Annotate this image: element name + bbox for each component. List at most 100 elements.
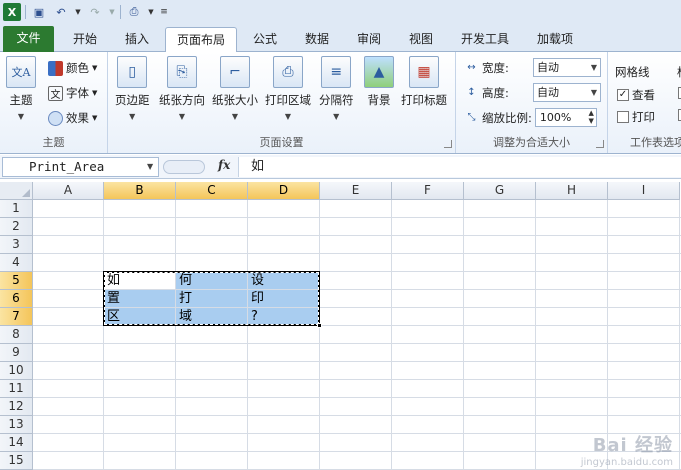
row-header-2[interactable]: 2 [0, 218, 33, 236]
gridlines-print-option[interactable]: 打印 [617, 109, 655, 125]
formula-bar-resize-handle[interactable] [163, 160, 205, 174]
tab-page-layout[interactable]: 页面布局 [165, 27, 237, 53]
undo-icon[interactable]: ↶ [52, 3, 70, 21]
tab-formulas[interactable]: 公式 [242, 27, 288, 52]
fill-handle[interactable] [317, 323, 322, 328]
scale-row: ⤡ 缩放比例: 100% ▲ ▼ [464, 108, 597, 127]
theme-effects-button[interactable]: 效果 ▼ [48, 110, 97, 126]
width-row: ↔ 宽度: 自动 ▼ [464, 58, 601, 77]
row-header-12[interactable]: 12 [0, 398, 33, 416]
print-preview-icon[interactable]: ⎙ [125, 3, 143, 21]
row-header-13[interactable]: 13 [0, 416, 33, 434]
height-combo[interactable]: 自动 ▼ [533, 83, 601, 102]
column-header-b[interactable]: B [104, 182, 176, 200]
select-all-corner[interactable] [0, 182, 33, 200]
height-icon: ↕ [467, 87, 476, 98]
printer-icon: ⎙ [273, 56, 303, 88]
row-header-3[interactable]: 3 [0, 236, 33, 254]
tab-view[interactable]: 视图 [398, 27, 444, 52]
themes-button[interactable]: 文A 主题 ▼ [6, 56, 36, 121]
watermark-url: jingyan.baidu.com [580, 457, 673, 468]
name-box[interactable]: Print_Area [2, 157, 159, 177]
size-button[interactable]: ⌐ 纸张大小 ▼ [212, 56, 258, 121]
redo-dropdown-icon[interactable]: ▼ [108, 3, 116, 21]
tab-insert[interactable]: 插入 [114, 27, 160, 52]
column-header-e[interactable]: E [320, 182, 392, 200]
insert-function-icon[interactable]: fx [218, 158, 230, 172]
print-area-button[interactable]: ⎙ 打印区域 ▼ [265, 56, 311, 121]
row-header-1[interactable]: 1 [0, 200, 33, 218]
formula-bar: Print_Area ▼ fx 如 [0, 155, 681, 179]
breaks-icon: ≡ [321, 56, 352, 88]
row-header-5[interactable]: 5 [0, 272, 33, 290]
save-icon[interactable]: ▣ [30, 3, 48, 21]
formula-input[interactable]: 如 [238, 157, 681, 177]
theme-colors-button[interactable]: 颜色 ▼ [48, 60, 97, 76]
theme-fonts-button[interactable]: 文 字体 ▼ [48, 85, 97, 101]
redo-icon[interactable]: ↷ [86, 3, 104, 21]
column-header-f[interactable]: F [392, 182, 464, 200]
gridlines-view-option[interactable]: ✓ 查看 [617, 87, 655, 103]
height-label: 高度: [482, 85, 509, 100]
column-header-h[interactable]: H [536, 182, 608, 200]
orientation-button[interactable]: ⎘ 纸张方向 ▼ [159, 56, 205, 121]
gridlines-print-checkbox[interactable] [617, 111, 629, 123]
column-header-g[interactable]: G [464, 182, 536, 200]
width-combo[interactable]: 自动 ▼ [533, 58, 601, 77]
print-titles-icon: ▦ [409, 56, 439, 88]
scale-label: 缩放比例: [482, 110, 532, 125]
chevron-down-icon[interactable]: ▼ [147, 162, 153, 171]
column-gridline [103, 200, 104, 470]
tab-developer[interactable]: 开发工具 [452, 27, 518, 52]
tab-review[interactable]: 审阅 [346, 27, 392, 52]
row-gridline [33, 343, 681, 344]
row-header-10[interactable]: 10 [0, 362, 33, 380]
column-header-a[interactable]: A [33, 182, 104, 200]
chevron-down-icon: ▼ [129, 112, 136, 121]
row-header-8[interactable]: 8 [0, 326, 33, 344]
worksheet-grid[interactable]: A B C D E F G H I 1 2 3 4 5 6 7 8 9 10 11 12 13 14 15 如何设置打印区域? [0, 182, 681, 470]
chevron-down-icon: ▼ [284, 112, 292, 121]
chevron-down-icon: ▼ [333, 112, 340, 121]
theme-effects-label: 效果 [66, 111, 89, 125]
print-preview-dropdown-icon[interactable]: ▼ [147, 3, 155, 21]
undo-dropdown-icon[interactable]: ▼ [74, 3, 82, 21]
ribbon-tab-bar: 文件 开始 插入 页面布局 公式 数据 审阅 视图 开发工具 加载项 [0, 24, 681, 53]
chevron-down-icon: ▼ [231, 112, 239, 121]
row-gridline [33, 379, 681, 380]
margins-button[interactable]: ▯ 页边距 ▼ [115, 56, 150, 121]
column-header-c[interactable]: C [176, 182, 248, 200]
baidu-logo: Bai 经验 [592, 435, 673, 456]
gridlines-label: 网格线 [615, 65, 650, 79]
row-header-14[interactable]: 14 [0, 434, 33, 452]
spinner-arrows-icon[interactable]: ▲ ▼ [588, 109, 593, 125]
scale-spinner[interactable]: 100% ▲ ▼ [534, 108, 597, 127]
column-gridline [679, 200, 680, 470]
scale-dialog-launcher-icon[interactable] [596, 140, 604, 148]
row-header-6[interactable]: 6 [0, 290, 33, 308]
palette-icon [48, 60, 63, 76]
column-header-i[interactable]: I [608, 182, 680, 200]
row-header-15[interactable]: 15 [0, 452, 33, 470]
row-header-4[interactable]: 4 [0, 254, 33, 272]
gridlines-view-label: 查看 [632, 88, 655, 102]
tab-home[interactable]: 开始 [62, 27, 108, 52]
breaks-button[interactable]: ≡ 分隔符 ▼ [319, 56, 354, 121]
excel-logo-icon[interactable]: X [3, 3, 21, 21]
page-setup-dialog-launcher-icon[interactable] [444, 140, 452, 148]
row-gridline [33, 415, 681, 416]
tab-addins[interactable]: 加载项 [524, 27, 586, 52]
gridlines-view-checkbox[interactable]: ✓ [617, 89, 629, 101]
width-icon: ↔ [467, 62, 476, 73]
row-header-9[interactable]: 9 [0, 344, 33, 362]
customize-qat-icon[interactable]: ≡ [159, 3, 169, 21]
print-titles-button[interactable]: ▦ 打印标题 [401, 56, 447, 108]
margins-label: 页边距 [115, 93, 150, 107]
row-header-7[interactable]: 7 [0, 308, 33, 326]
column-header-d[interactable]: D [248, 182, 320, 200]
background-button[interactable]: ▲ 背景 [364, 56, 394, 108]
tab-data[interactable]: 数据 [294, 27, 340, 52]
row-header-11[interactable]: 11 [0, 380, 33, 398]
tab-file[interactable]: 文件 [3, 26, 54, 52]
scale-to-fit-group: ↔ 宽度: 自动 ▼ ↕ 高度: 自动 ▼ ⤡ 缩放比例: 100% ▲ ▼ 调整为合适… [456, 52, 608, 153]
